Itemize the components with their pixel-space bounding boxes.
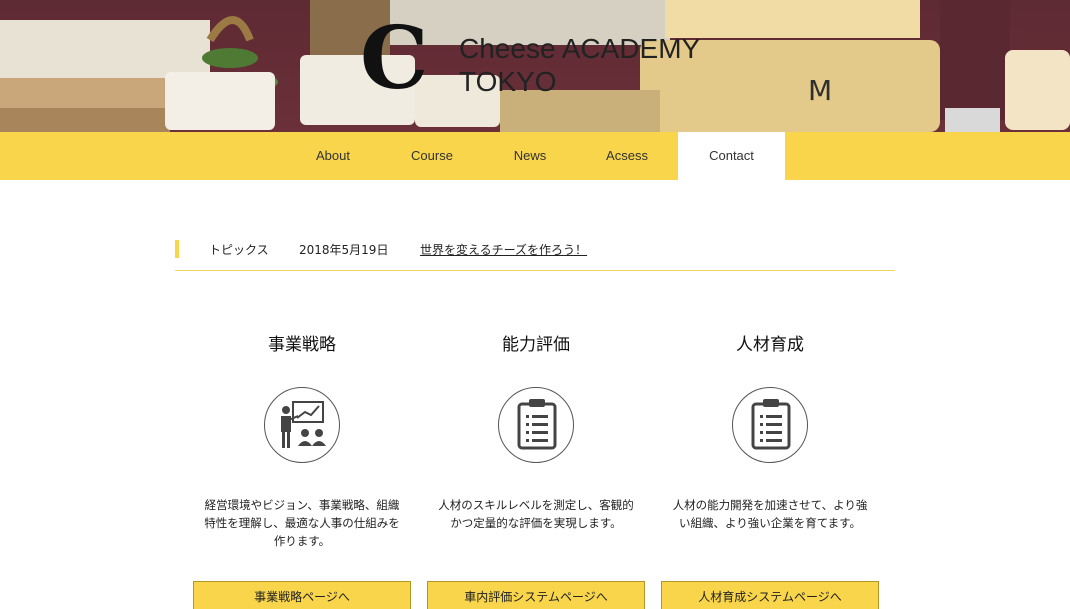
feature-description-line: 人材の能力開発を加速させて、より強 xyxy=(672,498,868,512)
feature-title: 事業戦略 xyxy=(268,335,336,355)
nav-item-contact[interactable]: Contact xyxy=(678,132,785,180)
feature-description-line: い組織、より強い企業を育てます。 xyxy=(678,516,862,530)
nav-item-news[interactable]: News xyxy=(494,132,566,180)
development-system-page-button[interactable]: 人材育成システムページへ xyxy=(661,581,879,609)
presentation-icon xyxy=(264,387,340,463)
svg-text:M: M xyxy=(808,74,832,107)
feature-description: 人材の能力開発を加速させて、より強 い組織、より強い企業を育てます。 xyxy=(661,496,879,532)
feature-description-line: 人材のスキルレベルを測定し、客観的 xyxy=(438,498,634,512)
logo-subtitle: TOKYO xyxy=(459,66,557,97)
topics-link[interactable]: 世界を変えるチーズを作ろう！ xyxy=(420,241,587,258)
logo-mark: C xyxy=(360,8,428,109)
logo-title: Cheese ACADEMY xyxy=(459,33,701,64)
main-nav: About Course News Acsess Contact xyxy=(0,132,1070,180)
clipboard-icon xyxy=(732,387,808,463)
hero-banner: M C Cheese ACADEMY TOKYO xyxy=(0,0,1070,132)
nav-item-acsess[interactable]: Acsess xyxy=(586,132,668,180)
nav-item-course[interactable]: Course xyxy=(388,132,476,180)
feature-description-line: 作ります。 xyxy=(273,534,331,548)
feature-description: 人材のスキルレベルを測定し、客観的 かつ定量的な評価を実現します。 xyxy=(427,496,645,532)
feature-description-line: 経営環境やビジョン、事業戦略、組織 xyxy=(204,498,400,512)
feature-description-line: 特性を理解し、最適な人事の仕組みを xyxy=(204,516,400,530)
feature-title: 能力評価 xyxy=(502,335,570,355)
topics-label: トピックス xyxy=(209,243,269,257)
feature-description-line: かつ定量的な評価を実現します。 xyxy=(450,516,622,530)
nav-item-about[interactable]: About xyxy=(294,132,372,180)
feature-title: 人材育成 xyxy=(736,335,804,355)
topics-date: 2018年5月19日 xyxy=(299,243,389,257)
strategy-page-button[interactable]: 事業戦略ページへ xyxy=(193,581,411,609)
topics-accent xyxy=(175,240,179,258)
feature-description: 経営環境やビジョン、事業戦略、組織 特性を理解し、最適な人事の仕組みを 作ります… xyxy=(193,496,411,550)
clipboard-icon xyxy=(498,387,574,463)
evaluation-system-page-button[interactable]: 車内評価システムページへ xyxy=(427,581,645,609)
topics-bar: トピックス 2018年5月19日 世界を変えるチーズを作ろう！ xyxy=(175,236,895,271)
